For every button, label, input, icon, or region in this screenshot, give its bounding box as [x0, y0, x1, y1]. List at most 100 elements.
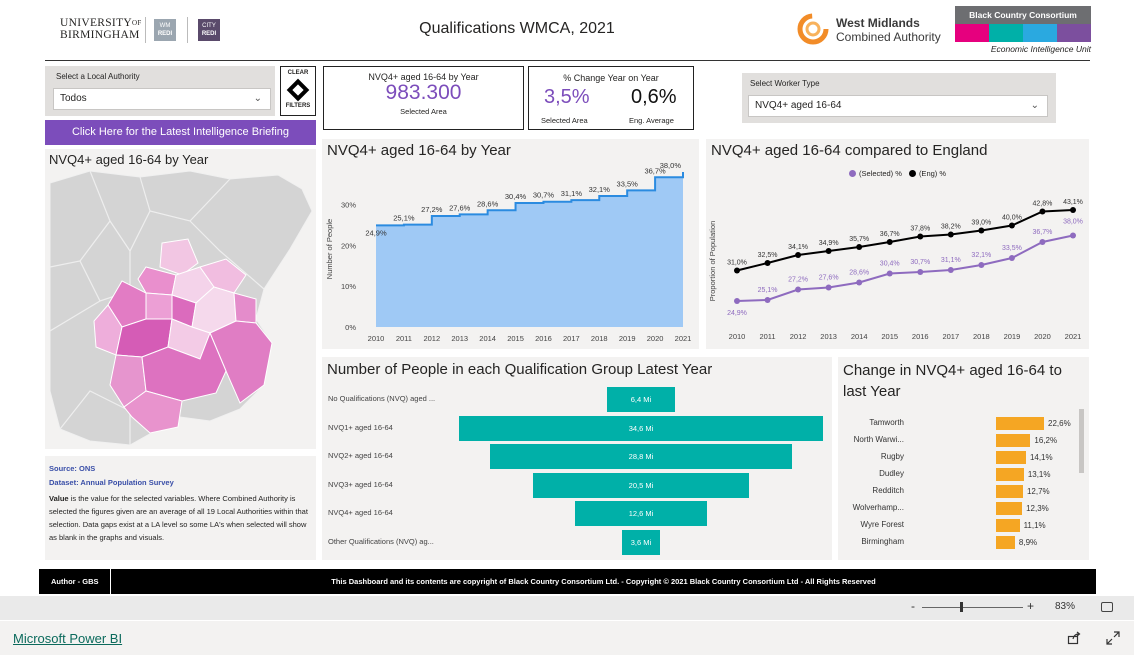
area-xtick-label: 2016 — [535, 334, 552, 343]
divider — [145, 17, 146, 43]
map-title: NVQ4+ aged 16-64 by Year — [49, 152, 209, 167]
eng-series-point — [825, 248, 832, 254]
change-category-label: Rugby — [880, 452, 904, 461]
change-value-label: 14,1% — [1029, 453, 1053, 462]
area-data-label: 38,0% — [660, 161, 682, 170]
expand-icon[interactable] — [1106, 631, 1120, 645]
eng-series-point — [1070, 207, 1076, 213]
selected-series-point — [978, 262, 985, 268]
worker-dropdown[interactable]: NVQ4+ aged 16-64 ⌄ — [748, 95, 1048, 117]
change-value-label: 16,2% — [1034, 436, 1058, 445]
selected-data-label: 32,1% — [971, 252, 991, 259]
bcc-color-block — [1023, 24, 1057, 42]
briefing-button[interactable]: Click Here for the Latest Intelligence B… — [45, 120, 316, 145]
area-chart-card: NVQ4+ aged 16-64 by Year Number of Peopl… — [322, 139, 699, 349]
wmca-name: West Midlands Combined Authority — [836, 16, 941, 44]
line-ylabel: Proportion of Population — [708, 221, 717, 301]
eng-series-point — [978, 227, 985, 234]
area-ytick-label: 30% — [341, 201, 356, 210]
header: UNIVERSITYOF BIRMINGHAM WM REDI CITY RED… — [0, 0, 1134, 60]
zoom-slider-thumb[interactable] — [960, 602, 963, 612]
area-xtick-label: 2021 — [675, 334, 692, 343]
line-xtick-label: 2017 — [942, 332, 959, 341]
bcc-color-block — [1057, 24, 1091, 42]
map-region-la-6 — [145, 292, 173, 320]
area-data-label: 24,9% — [365, 228, 387, 237]
area-ytick-label: 10% — [341, 282, 356, 291]
city-redi-text1: CITY — [202, 23, 216, 29]
funnel-category-label: NVQ1+ aged 16-64 — [328, 422, 393, 432]
share-icon[interactable] — [1067, 631, 1081, 645]
line-xtick-label: 2016 — [912, 332, 929, 341]
selected-data-label: 38,0% — [1063, 219, 1083, 226]
change-bar — [996, 468, 1024, 481]
selected-data-label: 24,9% — [727, 310, 747, 317]
change-chart[interactable]: Tamworth 22,6% North Warwi... 16,2% Rugby 14,… — [838, 357, 1078, 560]
funnel-bar: 34,6 Mi — [459, 415, 823, 441]
area-data-label: 27,6% — [449, 203, 471, 212]
eraser-icon — [286, 78, 310, 102]
zoom-minus-button[interactable]: - — [911, 599, 915, 613]
change-scrollbar[interactable] — [1079, 409, 1084, 473]
line-xtick-label: 2020 — [1034, 332, 1051, 341]
change-value-label: 22,6% — [1048, 419, 1071, 428]
selected-series-point — [947, 267, 954, 273]
line-chart-card: NVQ4+ aged 16-64 compared to England (Se… — [706, 139, 1089, 349]
zoom-slider-track[interactable] — [922, 607, 1023, 608]
eng-series-point — [886, 239, 893, 245]
wm-redi-text2: REDI — [157, 31, 173, 37]
notes-source: Source: ONS — [49, 464, 96, 473]
selected-series-point — [795, 286, 802, 293]
eng-series-point — [856, 244, 863, 250]
kpi-change-selected-value: 3,5% — [544, 86, 590, 108]
wmca-line2: Combined Authority — [836, 30, 941, 44]
bcc-color-block — [955, 24, 989, 42]
fit-page-icon[interactable] — [1101, 602, 1113, 612]
change-category-label: Tamworth — [869, 418, 904, 427]
selected-series-point — [825, 284, 832, 291]
area-xtick-label: 2015 — [507, 334, 524, 343]
area-ylabel: Number of People — [325, 219, 334, 279]
change-bar — [996, 485, 1023, 498]
la-dropdown[interactable]: Todos ⌄ — [53, 88, 271, 110]
notes-body: Value is the value for the selected vari… — [49, 492, 311, 544]
eng-data-label: 40,0% — [1002, 215, 1022, 222]
eng-data-label: 43,1% — [1063, 199, 1083, 206]
status-bar: - + 83% — [0, 596, 1134, 620]
bcc-subtitle: Economic Intelligence Unit — [990, 44, 1091, 54]
worker-slicer: Select Worker Type NVQ4+ aged 16-64 ⌄ — [742, 73, 1056, 123]
la-dropdown-value: Todos — [60, 93, 87, 104]
eng-data-label: 32,5% — [758, 252, 778, 259]
wmca-line1: West Midlands — [836, 16, 920, 30]
powerbi-link[interactable]: Microsoft Power BI — [13, 631, 122, 646]
change-category-label: Dudley — [879, 469, 904, 478]
area-data-label: 30,4% — [505, 192, 527, 201]
eng-series-point — [795, 252, 802, 258]
change-value-label: 12,7% — [1026, 487, 1050, 496]
selected-series-point — [886, 270, 893, 277]
funnel-bar: 20,5 Mi — [533, 472, 749, 498]
line-chart[interactable]: Proportion of Population 24,9% 25,1% 27,2%… — [706, 139, 1089, 349]
selected-data-label: 33,5% — [1002, 245, 1022, 252]
area-chart[interactable]: Number of People 0% 10% 20% 30% 24,9% 2010 25,… — [322, 139, 699, 349]
change-category-label: Wolverhamp... — [852, 503, 904, 512]
eng-data-label: 34,1% — [788, 244, 808, 251]
change-bar — [996, 451, 1026, 464]
eng-data-label: 36,7% — [880, 231, 900, 238]
wmca-logo-icon — [797, 13, 829, 45]
zoom-plus-button[interactable]: + — [1027, 599, 1034, 613]
clear-filters-button[interactable]: CLEAR FILTERS — [280, 66, 316, 116]
bottom-bar: Microsoft Power BI — [0, 621, 1134, 655]
kpi-change-title: % Change Year on Year — [563, 73, 659, 83]
area-ytick-label: 0% — [345, 323, 356, 332]
funnel-chart[interactable]: No Qualifications (NVQ) aged ... 6,4 Mi NV… — [322, 357, 832, 560]
area-xtick-label: 2017 — [563, 334, 580, 343]
line-xtick-label: 2015 — [881, 332, 898, 341]
area-data-label: 25,1% — [393, 214, 415, 223]
change-bar — [996, 519, 1020, 532]
eng-data-label: 38,2% — [941, 224, 961, 231]
funnel-bar: 3,6 Mi — [622, 530, 660, 555]
choropleth-map[interactable] — [50, 171, 312, 445]
change-bar — [996, 434, 1031, 447]
wm-redi-logo: WM REDI — [154, 19, 176, 41]
